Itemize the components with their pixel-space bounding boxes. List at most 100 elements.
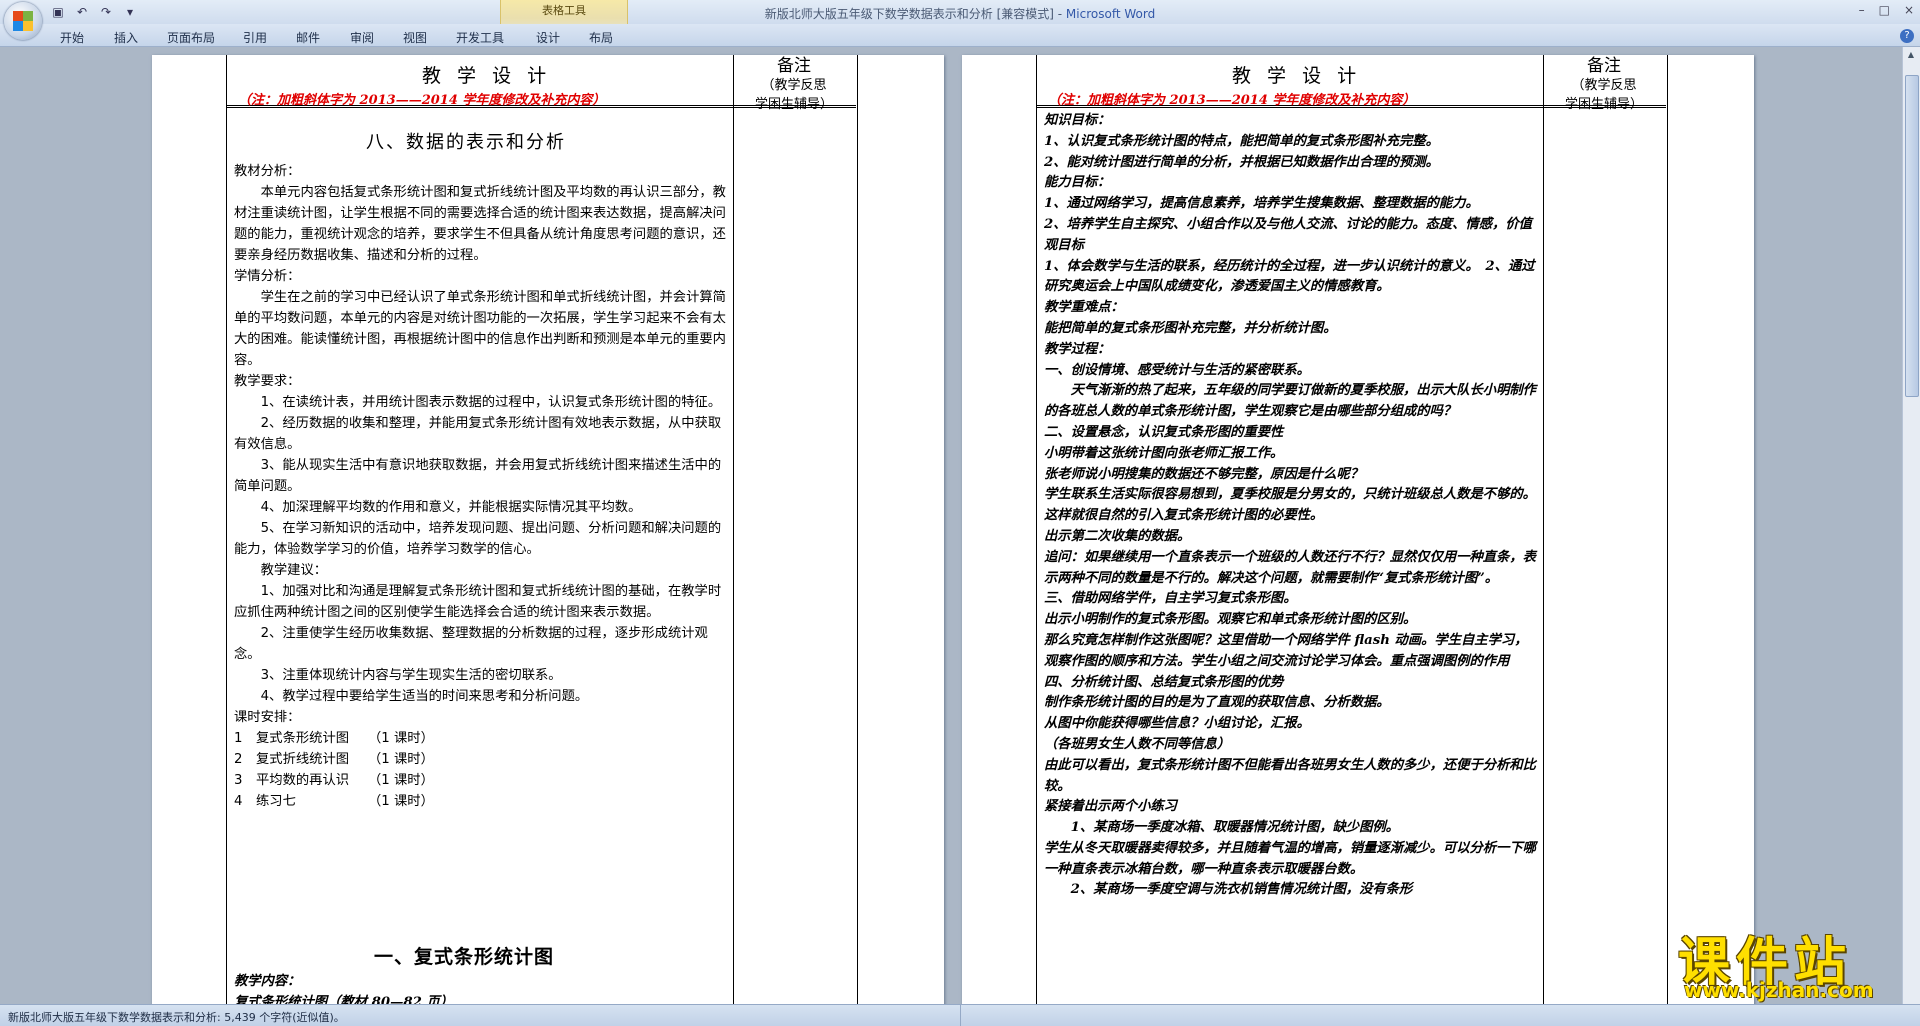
page-2-remarks-header: 备注 （教学反思 学困生辅导） [1564,56,1643,113]
paragraph: 4、加深理解平均数的作用和意义，并能根据实际情况其平均数。 [260,500,642,515]
schedule-num: 3 [234,773,243,788]
lesson-line: 教学重难点： [1044,300,1124,316]
page-1-remarks-header: 备注 （教学反思 学困生辅导） [754,56,833,113]
paragraph: 学情分析： [234,269,301,284]
schedule-num: 2 [234,752,243,767]
lesson-line: 追问：如果继续用一个直条表示一个班级的人数还行不行？显然仅仅用一种直条，表示两种… [1044,549,1536,586]
tab-layout[interactable]: 布局 [589,29,613,46]
lesson-line: 从图中你能获得哪些信息？小组讨论，汇报。 [1044,716,1310,732]
schedule-row: 3 平均数的再认识 （1 课时） [234,770,730,791]
paragraph: 1、在读统计表，并用统计图表示数据的过程中，认识复式条形统计图的特征。 [260,395,722,410]
tab-home[interactable]: 开始 [60,29,84,46]
scroll-thumb[interactable] [1905,75,1919,397]
lesson-line: 二、设置悬念，认识复式条形图的重要性 [1044,424,1284,440]
page-1-bottom-text: 教学内容： 复式条形统计图（教材 80—82 页） [234,971,730,1004]
schedule-name: 练习七 [256,794,296,809]
paragraph: 教学建议： [260,563,328,578]
schedule-hours: （1 课时） [368,752,434,767]
lesson-line: 那么究竟怎样制作这张图呢？这里借助一个网络学件 flash 动画。学生自主学习，… [1044,632,1528,669]
schedule-num: 1 [234,731,243,746]
lesson-line: 一、创设情境、感受统计与生活的紧密联系。 [1044,362,1310,378]
lesson-line: 1、认识复式条形统计图的特点，能把简单的复式条形图补充完整。 [1044,133,1439,149]
vertical-scrollbar[interactable]: ▲ [1902,47,1920,1004]
tab-references[interactable]: 引用 [243,29,267,46]
lesson-line: 出示第二次收集的数据。 [1044,528,1191,544]
office-button[interactable] [4,2,42,40]
lesson-line: 2、培养学生自主探究、小组合作以及与他人交流、讨论的能力。态度、情感，价值观目标 [1044,216,1532,253]
paragraph: 课时安排： [234,710,301,725]
lesson-line: 1、体会数学与生活的联系，经历统计的全过程，进一步认识统计的意义。 2、通过研究… [1044,258,1535,295]
status-bar: 新版北师大版五年级下数学数据表示和分析: 5,439 个字符(近似值)。 [0,1004,1920,1026]
lesson-line: 四、分析统计图、总结复式条形图的优势 [1044,674,1284,690]
paragraph: 2、注重使学生经历收集数据、整理数据的分析数据的过程，逐步形成统计观念。 [234,626,708,662]
lesson-line: 1、某商场一季度冰箱、取暖器情况统计图，缺少图例。 [1044,820,1399,836]
watermark-logo: 课件站 www.kjzhan.com [1678,920,1914,1002]
help-icon[interactable]: ? [1900,29,1914,43]
section-title: 八、数据的表示和分析 [366,132,566,153]
page-1-body: 教材分析： 本单元内容包括复式条形统计图和复式折线统计图及平均数的再认识三部分，教… [234,161,730,812]
page-2-header-title: 教 学 设 计 [1232,65,1362,87]
tab-developer[interactable]: 开发工具 [456,29,504,46]
paragraph: 3、能从现实生活中有意识地获取数据，并会用复式折线统计图来描述生活中的简单问题。 [234,458,722,494]
bottom-line: 复式条形统计图（教材 80—82 页） [234,995,454,1004]
paragraph: 本单元内容包括复式条形统计图和复式折线统计图及平均数的再认识三部分，教材注重读统… [234,185,726,263]
tab-mailings[interactable]: 邮件 [296,29,320,46]
schedule-row: 1 复式条形统计图 （1 课时） [234,728,730,749]
lesson-line: 紧接着出示两个小练习 [1044,799,1177,815]
lesson-line: （各班男女生人数不同等信息） [1044,736,1231,752]
bottom-line: 教学内容： [234,974,301,989]
lesson-line: 学生从冬天取暖器卖得较多，并且随着气温的增高，销量逐渐减少。可以分析一下哪一种直… [1044,840,1536,877]
watermark-url: www.kjzhan.com [1684,978,1874,1002]
paragraph: 学生在之前的学习中已经认识了单式条形统计图和单式折线统计图，并会计算简单的平均数… [234,290,726,368]
lesson-line: 2、某商场一季度空调与洗衣机销售情况统计图，没有条形 [1044,882,1413,898]
lesson-line: 2、能对统计图进行简单的分析，并根据已知数据作出合理的预测。 [1044,154,1439,170]
lesson-line: 三、借助网络学件，自主学习复式条形图。 [1044,591,1297,607]
tab-insert[interactable]: 插入 [114,29,138,46]
tab-page-layout[interactable]: 页面布局 [167,29,215,46]
lesson-line: 小明带着这张统计图向张老师汇报工作。 [1044,445,1284,461]
page-1: 教 学 设 计 （注：加粗斜体字为 2013——2014 学年度修改及补充内容）… [152,55,944,1004]
lesson-line: 1、通过网络学习，提高信息素养，培养学生搜集数据、整理数据的能力。 [1044,196,1479,212]
lesson-line: 学生联系生活实际很容易想到，夏季校服是分男女的，只统计班级总人数是不够的。这样就… [1044,487,1536,524]
close-button[interactable]: × [1904,3,1914,17]
lesson-line: 能把简单的复式条形图补充完整，并分析统计图。 [1044,320,1337,336]
paragraph: 3、注重体现统计内容与学生现实生活的密切联系。 [260,668,562,683]
schedule-name: 平均数的再认识 [256,773,350,788]
window-title: 新版北师大版五年级下数学数据表示和分析 [兼容模式] - Microsoft W… [764,7,1156,21]
page-2-red-note: （注：加粗斜体字为 2013——2014 学年度修改及补充内容） [1048,93,1416,108]
schedule-name: 复式折线统计图 [256,752,350,767]
schedule-row: 2 复式折线统计图 （1 课时） [234,749,730,770]
lesson-line: 能力目标： [1044,175,1111,191]
tab-review[interactable]: 审阅 [350,29,374,46]
paragraph: 教学要求： [234,374,301,389]
schedule-name: 复式条形统计图 [256,731,350,746]
word-count-status: 新版北师大版五年级下数学数据表示和分析: 5,439 个字符(近似值)。 [8,1011,345,1024]
schedule-hours: （1 课时） [368,773,434,788]
lesson-line: 张老师说小明搜集的数据还不够完整，原因是什么呢？ [1044,466,1364,482]
page-1-red-note: （注：加粗斜体字为 2013——2014 学年度修改及补充内容） [238,93,606,108]
office-logo-icon [13,11,33,31]
page-2: 教 学 设 计 （注：加粗斜体字为 2013——2014 学年度修改及补充内容）… [962,55,1754,1004]
paragraph: 2、经历数据的收集和整理，并能用复式条形统计图有效地表示数据，从中获取有效信息。 [234,416,722,452]
lesson-line: 由此可以看出，复式条形统计图不但能看出各班男女生人数的多少，还便于分析和比较。 [1044,757,1536,794]
lesson-line: 天气渐渐的热了起来，五年级的同学要订做新的夏季校服，出示大队长小明制作的各班总人… [1044,383,1536,420]
page-2-body: 知识目标： 1、认识复式条形统计图的特点，能把简单的复式条形图补充完整。 2、能对统… [1044,111,1540,901]
schedule-num: 4 [234,794,243,809]
unit-title: 一、复式条形统计图 [374,946,555,968]
window-controls: – □ × [1859,3,1914,17]
paragraph: 教材分析： [234,164,301,179]
paragraph: 4、教学过程中要给学生适当的时间来思考和分析问题。 [260,689,589,704]
paragraph: 1、加强对比和沟通是理解复式条形统计图和复式折线统计图的基础，在教学时应抓住两种… [234,584,722,620]
scroll-up-icon[interactable]: ▲ [1905,49,1917,61]
schedule-hours: （1 课时） [368,794,434,809]
ribbon-tab-bar [0,24,1920,47]
document-area: 教 学 设 计 （注：加粗斜体字为 2013——2014 学年度修改及补充内容）… [0,47,1903,1004]
lesson-line: 出示小明制作的复式条形图。观察它和单式条形统计图的区别。 [1044,612,1417,628]
schedule-row: 4 练习七 （1 课时） [234,791,730,812]
minimize-button[interactable]: – [1859,3,1865,17]
tab-design[interactable]: 设计 [536,29,560,46]
maximize-button[interactable]: □ [1879,3,1890,17]
tab-view[interactable]: 视图 [403,29,427,46]
schedule-hours: （1 课时） [368,731,434,746]
lesson-line: 教学过程： [1044,341,1111,357]
